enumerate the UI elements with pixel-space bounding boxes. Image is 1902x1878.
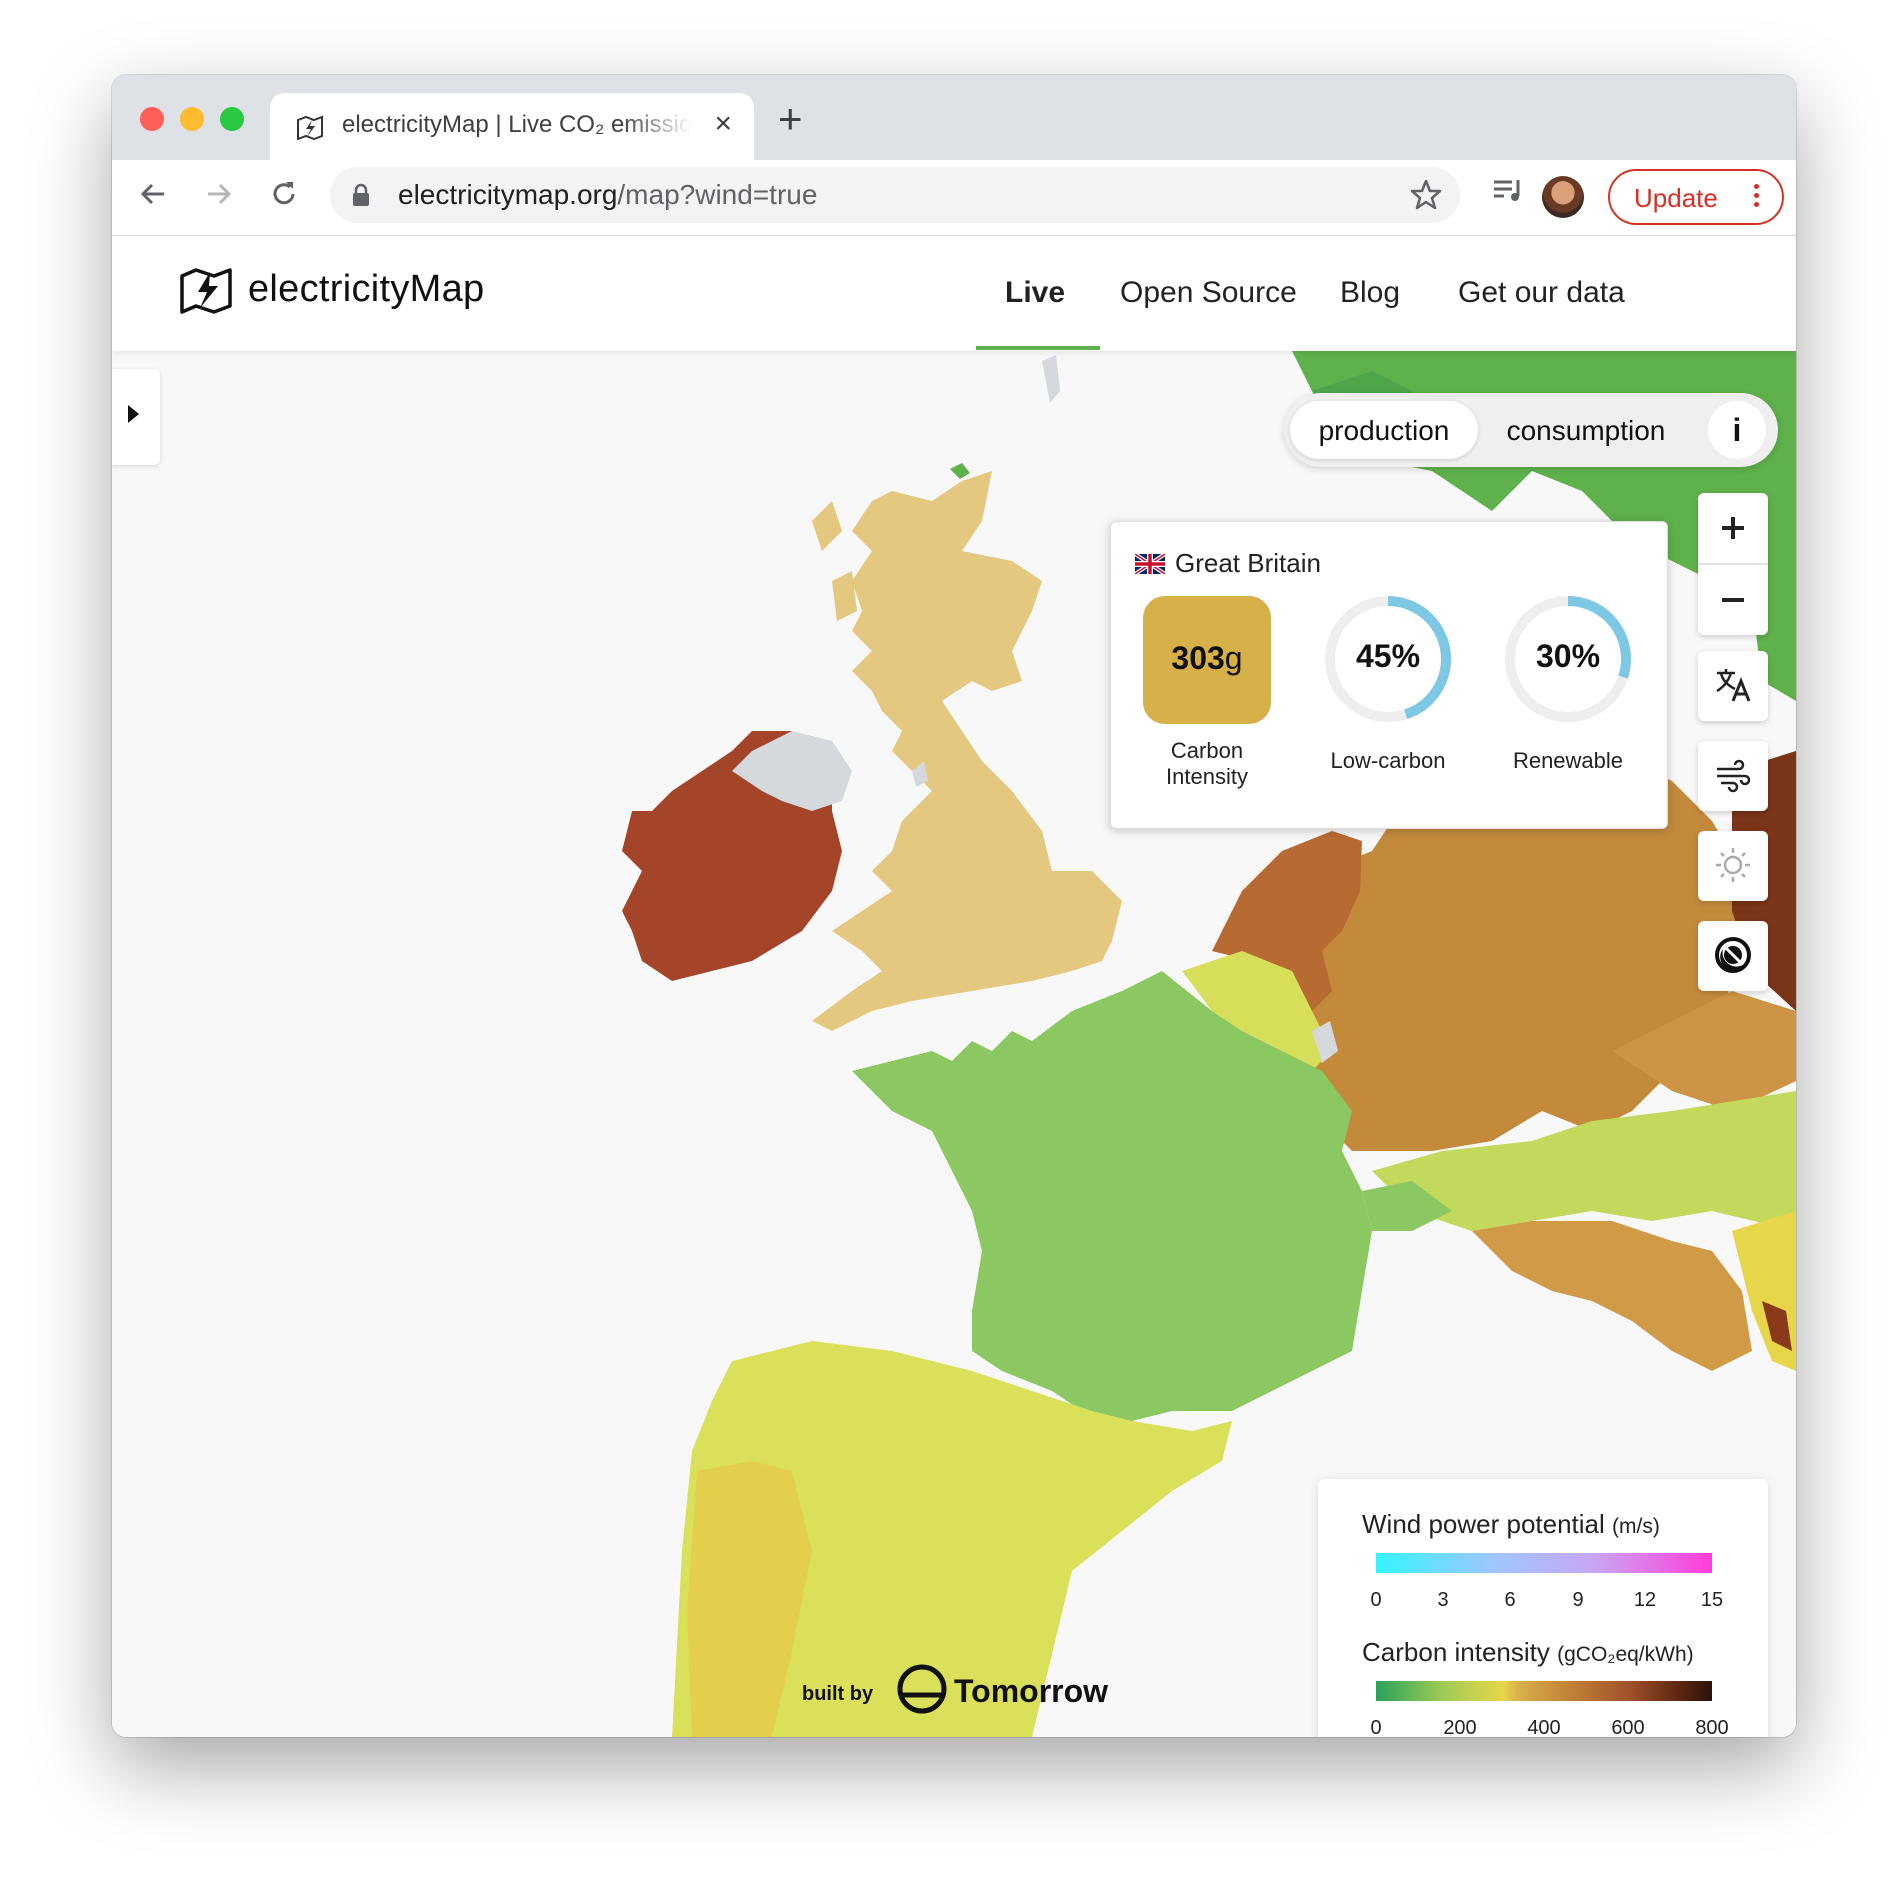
media-queue-icon[interactable] (1488, 170, 1528, 210)
tomorrow-logo-icon (897, 1664, 947, 1714)
url-text: electricitymap.org/map?wind=true (398, 179, 817, 211)
faroe-region[interactable] (950, 463, 970, 479)
carbon-tick: 800 (1695, 1717, 1729, 1737)
wind-scale-bar (1376, 1553, 1712, 1573)
bookmark-star-icon[interactable] (1408, 177, 1444, 213)
browser-toolbar: electricitymap.org/map?wind=true Update (112, 160, 1796, 236)
carbon-tick: 200 (1443, 1717, 1477, 1737)
nav-open-source[interactable]: Open Source (1120, 276, 1297, 310)
nav-get-our-data[interactable]: Get our data (1458, 276, 1625, 310)
carbon-legend-unit: (gCO₂eq/kWh) (1557, 1643, 1694, 1666)
consumption-label: consumption (1506, 415, 1666, 446)
carbon-intensity-value-wrap: 303g (1143, 640, 1271, 677)
zone-name: Great Britain (1175, 548, 1321, 578)
nav-live[interactable]: Live (1005, 276, 1065, 310)
active-nav-indicator (976, 346, 1100, 350)
language-button[interactable] (1698, 651, 1768, 721)
carbon-tick: 600 (1611, 1717, 1645, 1737)
forward-icon[interactable] (198, 174, 238, 214)
carbon-intensity-box: 303g (1143, 596, 1271, 724)
wind-tick: 0 (1370, 1589, 1382, 1611)
tab-close-icon[interactable]: × (714, 109, 732, 139)
lock-icon[interactable] (352, 183, 370, 207)
carbon-tick: 0 (1370, 1717, 1382, 1737)
back-icon[interactable] (134, 174, 174, 214)
wind-legend-title: Wind power potential (m/s) (1362, 1509, 1660, 1540)
theme-icon (1715, 937, 1751, 973)
wind-tick: 6 (1504, 1589, 1516, 1611)
browser-window: electricityMap | Live CO₂ emissions of e… (112, 75, 1796, 1737)
zoom-out-icon[interactable] (1713, 585, 1753, 615)
hebrides-island[interactable] (812, 501, 842, 551)
new-tab-button[interactable]: + (778, 98, 803, 140)
italy-north-region[interactable] (1472, 1221, 1752, 1371)
low-carbon-label: Low-carbon (1330, 748, 1446, 773)
electricitymap-logo-icon[interactable] (176, 264, 236, 314)
wind-legend-title-text: Wind power potential (1362, 1509, 1605, 1539)
production-label: production (1318, 415, 1450, 446)
production-toggle-option[interactable]: production (1290, 401, 1478, 459)
nav-blog[interactable]: Blog (1340, 276, 1400, 310)
profile-avatar[interactable] (1542, 176, 1584, 218)
carbon-intensity-label: Carbon Intensity (1166, 738, 1248, 789)
update-label: Update (1634, 183, 1718, 213)
wind-tick: 9 (1572, 1589, 1584, 1611)
wind-layer-button[interactable] (1698, 741, 1768, 811)
expand-arrow-icon (128, 405, 139, 423)
more-menu-icon[interactable] (1754, 181, 1760, 211)
wind-icon (1717, 759, 1751, 793)
low-carbon-pct: 45% (1355, 638, 1421, 674)
built-by-label: built by (802, 1683, 874, 1705)
low-carbon-gauge: 45% (1323, 594, 1453, 729)
zone-tooltip: Great Britain 303g Carbon Intensity 45% … (1110, 521, 1668, 829)
wind-tick: 12 (1633, 1589, 1657, 1611)
close-window-button[interactable] (140, 107, 164, 131)
shetland-region[interactable] (1042, 355, 1060, 403)
renewable-label: Renewable (1512, 748, 1624, 773)
language-icon (1716, 669, 1751, 702)
url-path: /map?wind=true (617, 179, 818, 210)
skye-island[interactable] (832, 571, 857, 621)
uk-flag-icon (1135, 554, 1165, 574)
wind-legend-unit: (m/s) (1612, 1515, 1660, 1538)
zoom-controls (1698, 493, 1768, 635)
address-bar[interactable]: electricitymap.org/map?wind=true (330, 167, 1460, 223)
great-britain-region[interactable] (812, 471, 1122, 1031)
carbon-legend-title: Carbon intensity (gCO₂eq/kWh) (1362, 1637, 1694, 1668)
browser-tab[interactable]: electricityMap | Live CO₂ emissions of e… (270, 93, 754, 160)
reload-icon[interactable] (264, 174, 304, 214)
carbon-legend-title-text: Carbon intensity (1362, 1637, 1550, 1667)
mode-toggle: production consumption i (1284, 393, 1778, 467)
carbon-intensity-value: 303 (1171, 640, 1225, 676)
built-by-brand: Tomorrow (954, 1673, 1109, 1709)
info-button[interactable]: i (1708, 401, 1766, 459)
carbon-intensity-unit: g (1224, 640, 1243, 676)
maximize-window-button[interactable] (220, 107, 244, 131)
solar-layer-button[interactable] (1698, 831, 1768, 901)
update-button[interactable]: Update (1608, 169, 1784, 225)
tab-strip: electricityMap | Live CO₂ emissions of e… (112, 75, 1796, 160)
carbon-scale-bar (1376, 1681, 1712, 1701)
wind-tick: 15 (1700, 1589, 1724, 1611)
renewable-gauge: 30% (1503, 594, 1633, 729)
solar-icon (1716, 848, 1750, 882)
wind-tick: 3 (1437, 1589, 1449, 1611)
renewable-pct: 30% (1535, 638, 1601, 674)
carbon-tick: 400 (1527, 1717, 1561, 1737)
theme-toggle-button[interactable] (1698, 921, 1768, 991)
zoom-separator (1698, 563, 1768, 565)
consumption-toggle-option[interactable]: consumption (1480, 401, 1692, 459)
brand-name[interactable]: electricityMap (248, 268, 485, 311)
minimize-window-button[interactable] (180, 107, 204, 131)
tab-title: electricityMap | Live CO₂ emissions of e… (342, 111, 692, 138)
url-host: electricitymap.org (398, 179, 618, 210)
app-header: electricityMap Live Open Source Blog Get… (112, 236, 1796, 351)
map-legend: Wind power potential (m/s) 0 3 6 9 12 15… (1318, 1479, 1768, 1737)
electricitymap-favicon-icon (297, 115, 323, 140)
sidebar-toggle-button[interactable] (112, 369, 160, 465)
zoom-in-icon[interactable] (1713, 513, 1753, 543)
map-area[interactable]: production consumption i Great Britain 3… (112, 351, 1796, 1737)
